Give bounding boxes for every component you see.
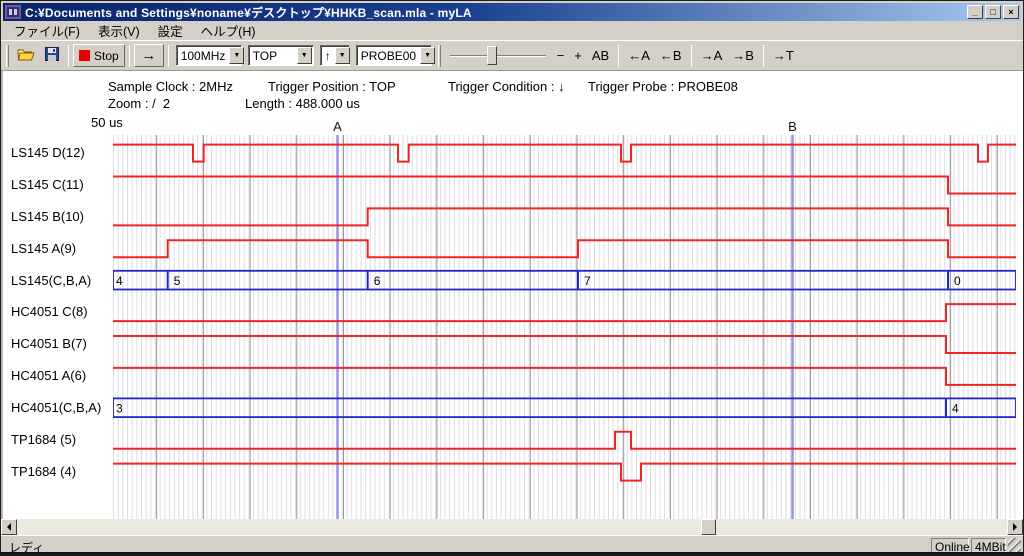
scroll-right-button[interactable] (1007, 519, 1023, 535)
bus-value: 6 (374, 274, 381, 288)
floppy-disk-icon (45, 47, 59, 64)
bus-value: 4 (952, 402, 959, 416)
toolbar-separator (129, 45, 130, 67)
run-button[interactable]: → (134, 44, 164, 67)
open-folder-icon (17, 47, 35, 64)
stop-icon (79, 50, 90, 61)
channel-label[interactable]: LS145 B(10) (11, 209, 111, 225)
maximize-button[interactable]: □ (985, 5, 1001, 19)
trigger-condition-info: Trigger Condition : ↓ (448, 79, 565, 94)
sample-clock-value: 100MHz (177, 49, 230, 63)
channel-label[interactable]: HC4051 B(7) (11, 336, 111, 352)
zoom-out-button[interactable]: − (552, 44, 570, 67)
goto-a-right-button[interactable]: →A (696, 44, 728, 67)
waveform-plot[interactable]: A B 4 5 6 7 0 3 4 (113, 115, 1016, 519)
goto-a-left-button[interactable]: ←A (623, 44, 655, 67)
resize-grip-icon[interactable] (1008, 538, 1021, 553)
stop-label: Stop (94, 49, 119, 63)
horizontal-scrollbar[interactable] (1, 519, 1023, 535)
minimize-button[interactable]: _ (967, 5, 983, 19)
ab-button[interactable]: AB (587, 44, 614, 67)
app-icon (5, 5, 21, 19)
save-button[interactable] (40, 44, 64, 67)
bus-value: 3 (116, 402, 123, 416)
channel-label[interactable]: LS145 D(12) (11, 145, 111, 161)
bus-value: 7 (584, 274, 591, 288)
slider-track (450, 55, 546, 57)
toolbar-separator (691, 45, 692, 67)
sample-clock-combobox[interactable]: 100MHz ▼ (176, 45, 242, 66)
trigger-position-combobox[interactable]: TOP ▼ (248, 45, 314, 66)
window-bottom-border (1, 552, 1023, 555)
length-info: Length : 488.000 us (245, 96, 360, 111)
toolbar: Stop → 100MHz ▼ TOP ▼ ↑ ▼ PROBE00 ▼ − + (1, 40, 1023, 71)
trigger-probe-value: PROBE00 (357, 49, 420, 63)
trigger-probe-combobox[interactable]: PROBE00 ▼ (356, 45, 432, 66)
channel-label[interactable]: TP1684 (4) (11, 464, 111, 480)
goto-b-right-button[interactable]: →B (727, 44, 759, 67)
app-window: C:¥Documents and Settings¥noname¥デスクトップ¥… (0, 0, 1024, 556)
marker-label-B: B (788, 119, 797, 134)
online-status: Online (931, 538, 969, 553)
left-arrow-icon (3, 523, 11, 531)
menu-help[interactable]: ヘルプ(H) (192, 19, 265, 42)
marker-label-A: A (333, 119, 342, 134)
run-arrow-icon: → (141, 48, 156, 63)
trigger-position-info: Trigger Position : TOP (268, 79, 396, 94)
goto-b-left-button[interactable]: ←B (655, 44, 687, 67)
channel-label[interactable]: HC4051 A(6) (11, 368, 111, 384)
waveform-view: Sample Clock : 2MHz Trigger Position : T… (1, 71, 1023, 519)
status-message: レディ (3, 538, 929, 553)
dropdown-arrow-icon[interactable]: ▼ (420, 47, 435, 64)
toolbar-grip (438, 45, 441, 67)
channel-label[interactable]: LS145(C,B,A) (11, 273, 111, 289)
toolbar-separator (68, 45, 69, 67)
zoom-in-button[interactable]: + (569, 44, 587, 67)
channel-label[interactable]: TP1684 (5) (11, 432, 111, 448)
dropdown-arrow-icon[interactable]: ▼ (297, 47, 312, 64)
trigger-position-value: TOP (249, 49, 297, 63)
toolbar-separator (763, 45, 764, 67)
right-arrow-icon (1013, 523, 1021, 531)
menu-file[interactable]: ファイル(F) (5, 19, 89, 42)
channel-label[interactable]: LS145 A(9) (11, 241, 111, 257)
toolbar-separator (168, 45, 169, 67)
stop-button[interactable]: Stop (73, 44, 125, 67)
bus-value: 5 (174, 274, 181, 288)
zoom-slider[interactable] (450, 45, 546, 67)
menu-view[interactable]: 表示(V) (89, 19, 149, 42)
bus-value: 0 (954, 274, 961, 288)
toolbar-grip (6, 45, 9, 67)
menubar: ファイル(F) 表示(V) 設定 ヘルプ(H) (1, 21, 1023, 40)
window-title: C:¥Documents and Settings¥noname¥デスクトップ¥… (25, 4, 967, 21)
menu-settings[interactable]: 設定 (149, 19, 192, 42)
slider-thumb[interactable] (487, 46, 497, 65)
channel-label[interactable]: HC4051(C,B,A) (11, 400, 111, 416)
open-file-button[interactable] (12, 44, 40, 67)
channel-label[interactable]: HC4051 C(8) (11, 304, 111, 320)
trigger-edge-value: ↑ (321, 49, 335, 63)
toolbar-separator (618, 45, 619, 67)
zoom-info: Zoom : / 2 (108, 96, 170, 111)
trigger-edge-combobox[interactable]: ↑ ▼ (320, 45, 350, 66)
scrollbar-thumb[interactable] (701, 519, 716, 535)
goto-trigger-button[interactable]: →T (768, 44, 799, 67)
sample-clock-info: Sample Clock : 2MHz (108, 79, 233, 94)
scroll-left-button[interactable] (1, 519, 17, 535)
bus-value: 4 (116, 274, 123, 288)
memory-size: 4MBit (971, 538, 1006, 553)
channel-label[interactable]: LS145 C(11) (11, 177, 111, 193)
dropdown-arrow-icon[interactable]: ▼ (229, 47, 244, 64)
grid-minor (113, 135, 1016, 519)
trigger-probe-info: Trigger Probe : PROBE08 (588, 79, 738, 94)
close-button[interactable]: × (1003, 5, 1019, 19)
dropdown-arrow-icon[interactable]: ▼ (335, 47, 350, 64)
